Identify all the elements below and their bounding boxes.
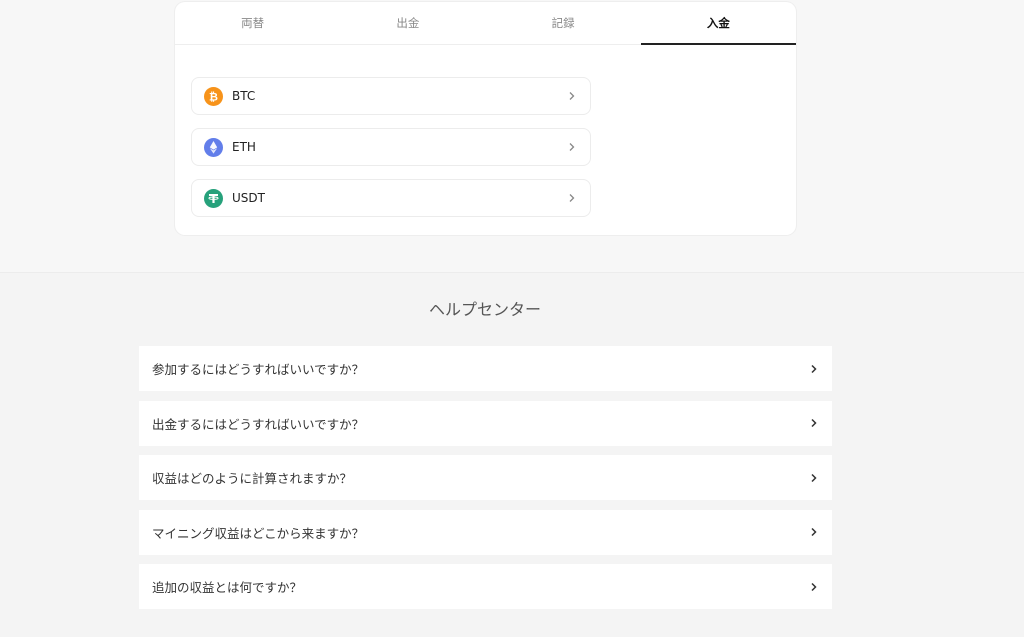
wallet-card: 両替 出金 記録 入金 ₿ BTC ETH USDT (175, 2, 797, 235)
coin-row-eth[interactable]: ETH (191, 128, 591, 166)
chevron-right-icon (566, 192, 578, 204)
chevron-right-icon (808, 417, 820, 429)
svg-text:₿: ₿ (209, 90, 218, 103)
bitcoin-icon: ₿ (204, 86, 223, 106)
wallet-tabs: 両替 出金 記録 入金 (175, 2, 797, 45)
faq-question: 参加するにはどうすればいいですか？ (152, 362, 365, 377)
faq-item-withdraw[interactable]: 出金するにはどうすればいいですか？ (139, 400, 832, 446)
faq-item-join[interactable]: 参加するにはどうすればいいですか？ (139, 346, 832, 391)
faq-question: 追加の収益とは何ですか？ (152, 580, 303, 595)
tether-icon (204, 188, 223, 208)
faq-question: マイニング収益はどこから来ますか？ (152, 525, 365, 541)
tab-exchange[interactable]: 両替 (175, 2, 330, 44)
coin-row-btc[interactable]: ₿ BTC (191, 77, 591, 115)
faq-question: 出金するにはどうすればいいですか？ (152, 416, 365, 432)
coin-name-usdt: USDT (232, 191, 265, 205)
faq-item-extra-earnings[interactable]: 追加の収益とは何ですか？ (139, 564, 832, 609)
chevron-right-icon (566, 90, 578, 102)
faq-question: 収益はどのように計算されますか？ (152, 471, 353, 486)
faq-list: 参加するにはどうすればいいですか？ 出金するにはどうすればいいですか？ 収益はど… (139, 346, 832, 619)
section-divider (0, 272, 1024, 273)
chevron-right-icon (808, 581, 820, 593)
coin-name-btc: BTC (232, 89, 256, 103)
chevron-right-icon (808, 472, 820, 484)
chevron-right-icon (808, 526, 820, 538)
help-center-title: ヘルプセンター (428, 300, 541, 319)
tab-withdraw[interactable]: 出金 (330, 2, 485, 44)
ethereum-icon (204, 137, 223, 157)
coin-row-usdt[interactable]: USDT (191, 179, 591, 217)
chevron-right-icon (566, 141, 578, 153)
coin-list: ₿ BTC ETH USDT (191, 77, 591, 230)
tab-records[interactable]: 記録 (486, 2, 641, 44)
coin-name-eth: ETH (232, 140, 256, 154)
tab-deposit[interactable]: 入金 (640, 2, 797, 45)
chevron-right-icon (808, 363, 820, 375)
faq-item-mining-source[interactable]: マイニング収益はどこから来ますか？ (139, 509, 832, 555)
faq-item-earnings-calc[interactable]: 収益はどのように計算されますか？ (139, 455, 832, 500)
